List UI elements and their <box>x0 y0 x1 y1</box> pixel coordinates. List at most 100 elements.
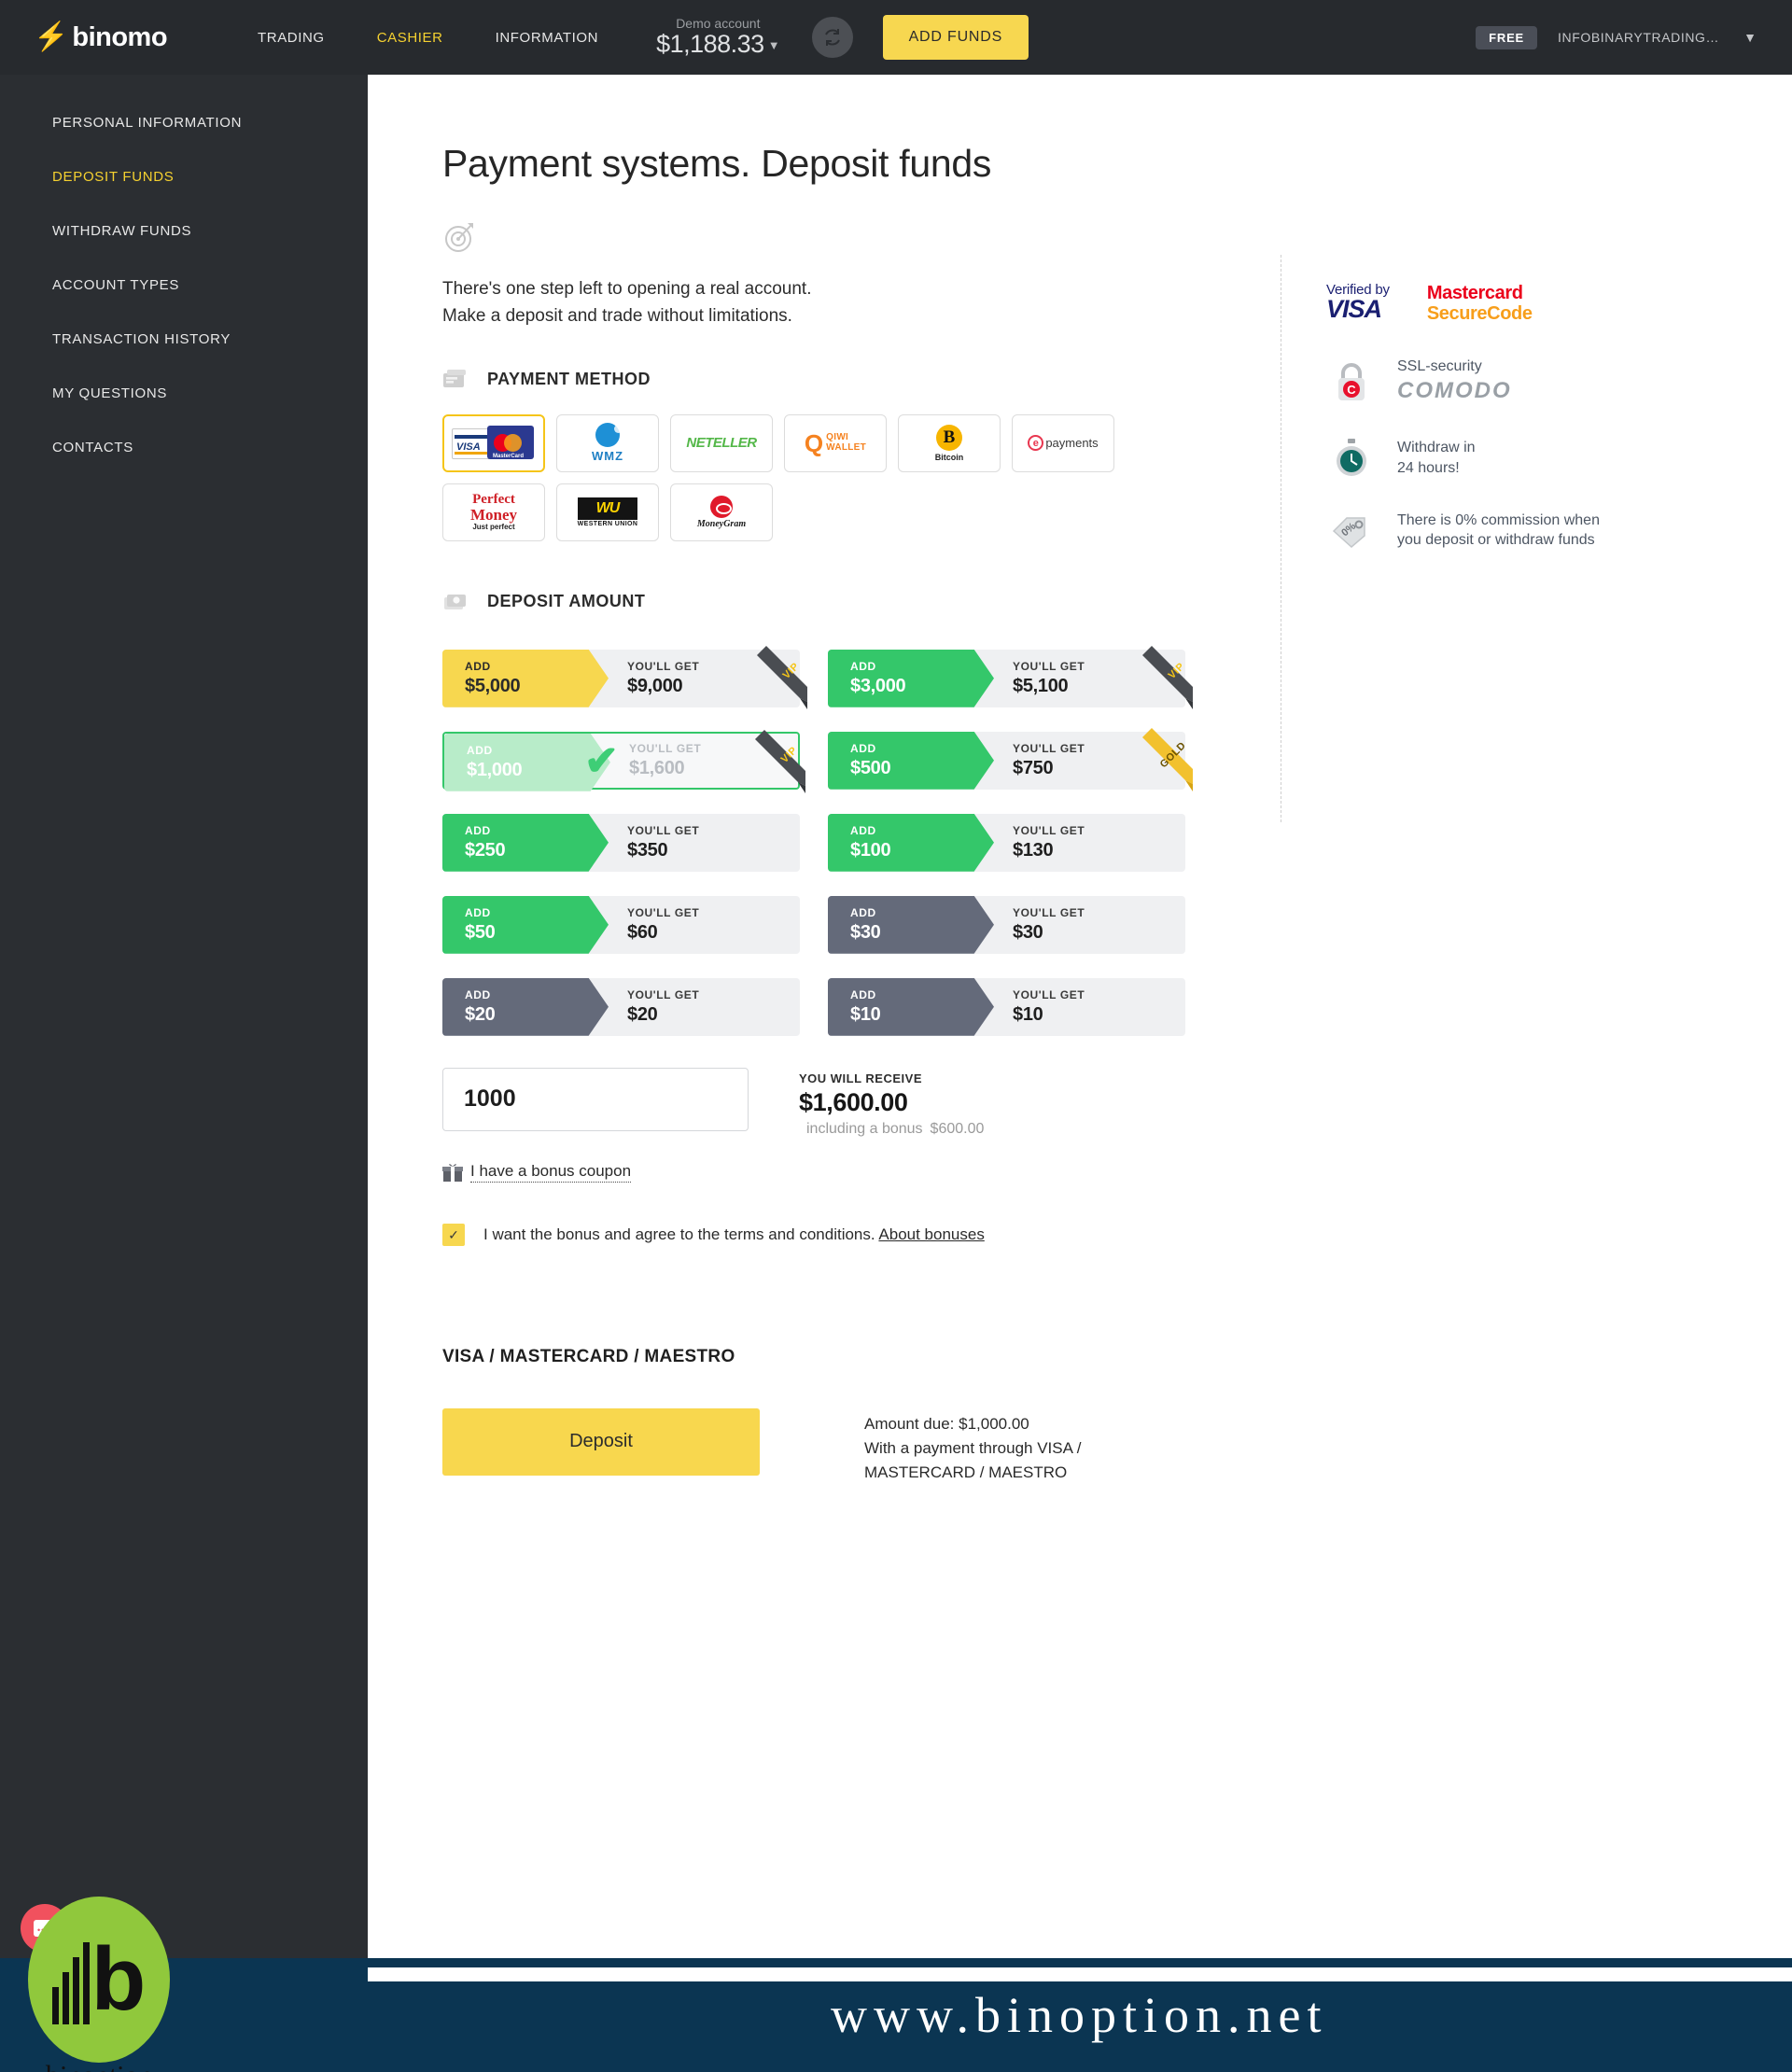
selected-payment-header: VISA / MASTERCARD / MAESTRO <box>442 1346 735 1366</box>
sidebar-item-my-questions[interactable]: MY QUESTIONS <box>0 366 368 420</box>
account-chevron-down-icon[interactable]: ▼ <box>1743 30 1757 45</box>
deposit-option-1000[interactable]: ADD $1,000 ✔ YOU'LL GET $1,600 VIP <box>442 729 805 793</box>
deposit-option-100[interactable]: ADD $100 YOU'LL GET $130 <box>828 813 1185 872</box>
payment-method-title: PAYMENT METHOD <box>487 370 651 389</box>
nav-item-cashier[interactable]: CASHIER <box>351 30 469 46</box>
deposit-option-50[interactable]: ADD $50 YOU'LL GET $60 <box>442 895 800 954</box>
deposit-row: ADD $20 YOU'LL GET $20 ADD $10 YOU'LL GE… <box>442 977 1226 1036</box>
footer-white-strip <box>368 1967 1792 1981</box>
payment-method-epayments[interactable]: e payments <box>1012 413 1114 472</box>
payment-method-visa-mastercard[interactable]: VISA MasterCard <box>442 413 545 472</box>
payment-method-bitcoin[interactable]: B Bitcoin <box>898 413 1001 472</box>
visa-wordmark: VISA <box>1326 295 1382 323</box>
bonus-coupon-row[interactable]: I have a bonus coupon <box>442 1162 1226 1183</box>
binoption-logo-mark: b <box>28 1897 170 2063</box>
intro-text: There's one step left to opening a real … <box>442 276 1226 330</box>
get-amount: $20 <box>627 1004 658 1026</box>
add-label: ADD <box>850 742 876 756</box>
commission-text: There is 0% commission when you deposit … <box>1397 511 1600 550</box>
add-amount: $3,000 <box>850 676 906 697</box>
deposit-button[interactable]: Deposit <box>442 1407 760 1476</box>
due-line-3: MASTERCARD / MAESTRO <box>864 1463 1068 1482</box>
deposit-option-5000[interactable]: ADD $5,000 YOU'LL GET $9,000 VIP <box>442 645 807 709</box>
moneygram-icon: MoneyGram <box>697 495 746 529</box>
sidebar-item-account-types[interactable]: ACCOUNT TYPES <box>0 258 368 312</box>
payment-method-western-union[interactable]: WU WESTERN UNION <box>556 483 659 541</box>
deposit-option-20[interactable]: ADD $20 YOU'LL GET $20 <box>442 977 800 1036</box>
deposit-row: ADD $50 YOU'LL GET $60 ADD $30 YOU'LL GE… <box>442 895 1226 954</box>
sidebar-list: PERSONAL INFORMATION DEPOSIT FUNDS WITHD… <box>0 75 368 474</box>
nav-item-information[interactable]: INFORMATION <box>469 30 624 46</box>
payment-method-wmz[interactable]: WMZ <box>556 413 659 472</box>
deposit-add-side: ADD $100 <box>828 813 994 872</box>
add-amount: $30 <box>850 922 881 944</box>
bonus-terms-checkbox[interactable]: ✓ <box>442 1223 465 1246</box>
qiwi-wallet-icon: Q QIWI WALLET <box>804 428 867 457</box>
receive-summary: YOU WILL RECEIVE $1,600.00 including a b… <box>799 1068 984 1138</box>
deposit-option-30[interactable]: ADD $30 YOU'LL GET $30 <box>828 895 1185 954</box>
deposit-add-side: ADD $20 <box>442 977 609 1036</box>
top-header: ⚡ binomo TRADING CASHIER INFORMATION Dem… <box>0 0 1792 75</box>
deposit-option-250[interactable]: ADD $250 YOU'LL GET $350 <box>442 813 800 872</box>
deposit-add-side: ADD $500 <box>828 731 994 790</box>
left-sidebar: PERSONAL INFORMATION DEPOSIT FUNDS WITHD… <box>0 75 368 1967</box>
sidebar-item-personal-information[interactable]: PERSONAL INFORMATION <box>0 95 368 149</box>
logo-letter-b: b <box>91 1929 147 2029</box>
header-account-area: FREE INFOBINARYTRADING… ▼ <box>1476 25 1757 49</box>
deposit-amount-input[interactable] <box>442 1067 749 1131</box>
balance-line: $1,188.33 ▼ <box>656 31 780 57</box>
payment-method-section-header: PAYMENT METHOD <box>442 368 1226 392</box>
deposit-option-10[interactable]: ADD $10 YOU'LL GET $10 <box>828 977 1185 1036</box>
about-bonuses-link[interactable]: About bonuses <box>878 1225 984 1243</box>
sidebar-item-deposit-funds[interactable]: DEPOSIT FUNDS <box>0 149 368 203</box>
deposit-amount-title: DEPOSIT AMOUNT <box>487 592 646 611</box>
site-url-watermark: www.binoption.net <box>831 1987 1328 2043</box>
deposit-add-side: ADD $5,000 <box>442 649 609 707</box>
refresh-button[interactable] <box>811 17 853 58</box>
price-tag-icon: 0% <box>1326 512 1377 548</box>
get-amount: $1,600 <box>629 758 685 779</box>
add-amount: $5,000 <box>465 676 521 697</box>
deposit-get-side: YOU'LL GET $10 <box>994 978 1185 1036</box>
get-amount: $750 <box>1013 758 1054 779</box>
add-funds-button[interactable]: ADD FUNDS <box>882 15 1029 60</box>
add-label: ADD <box>850 906 876 920</box>
payment-method-moneygram[interactable]: MoneyGram <box>670 483 773 541</box>
chevron-down-icon[interactable]: ▼ <box>768 38 780 52</box>
sidebar-item-contacts[interactable]: CONTACTS <box>0 420 368 474</box>
add-amount: $500 <box>850 758 891 779</box>
verified-by-visa-badge: Verified by VISA <box>1326 283 1390 322</box>
bonus-prefix: including a bonus <box>806 1120 923 1137</box>
add-amount: $50 <box>465 922 496 944</box>
add-amount: $250 <box>465 840 506 861</box>
deposit-add-side: ADD $250 <box>442 813 609 872</box>
deposit-option-500[interactable]: ADD $500 YOU'LL GET $750 GOLD <box>828 727 1193 791</box>
deposit-row: ADD $5,000 YOU'LL GET $9,000 VIP ADD $3,… <box>442 645 1226 709</box>
get-label: YOU'LL GET <box>1013 742 1085 756</box>
get-label: YOU'LL GET <box>1013 988 1085 1002</box>
deposit-option-3000[interactable]: ADD $3,000 YOU'LL GET $5,100 VIP <box>828 645 1193 709</box>
sidebar-item-transaction-history[interactable]: TRANSACTION HISTORY <box>0 312 368 366</box>
ssl-label: SSL-security <box>1397 357 1482 374</box>
add-amount: $100 <box>850 840 891 861</box>
card-verification-badges: Verified by VISA Mastercard SecureCode <box>1326 283 1673 325</box>
sidebar-item-withdraw-funds[interactable]: WITHDRAW FUNDS <box>0 203 368 258</box>
logo-label: binomo <box>72 21 168 52</box>
commission-line-1: There is 0% commission when <box>1397 511 1600 528</box>
nav-item-trading[interactable]: TRADING <box>231 30 351 46</box>
svg-text:C: C <box>1347 383 1356 397</box>
payment-method-qiwi-wallet[interactable]: Q QIWI WALLET <box>784 413 887 472</box>
deposit-add-side: ADD $30 <box>828 895 994 954</box>
gift-icon <box>442 1164 463 1182</box>
deposit-get-side: YOU'LL GET $130 <box>994 814 1185 872</box>
western-union-icon: WU WESTERN UNION <box>577 497 638 527</box>
add-label: ADD <box>850 660 876 674</box>
payment-method-neteller[interactable]: NETELLER <box>670 413 773 472</box>
deposit-add-side: ADD $50 <box>442 895 609 954</box>
username-label[interactable]: INFOBINARYTRADING… <box>1558 30 1719 45</box>
payment-method-perfect-money[interactable]: Perfect Money Just perfect <box>442 483 545 541</box>
bonus-coupon-link[interactable]: I have a bonus coupon <box>470 1162 632 1183</box>
refresh-icon <box>824 29 840 46</box>
account-balance[interactable]: Demo account $1,188.33 ▼ <box>656 17 780 57</box>
binomo-logo[interactable]: ⚡ binomo <box>34 22 202 53</box>
